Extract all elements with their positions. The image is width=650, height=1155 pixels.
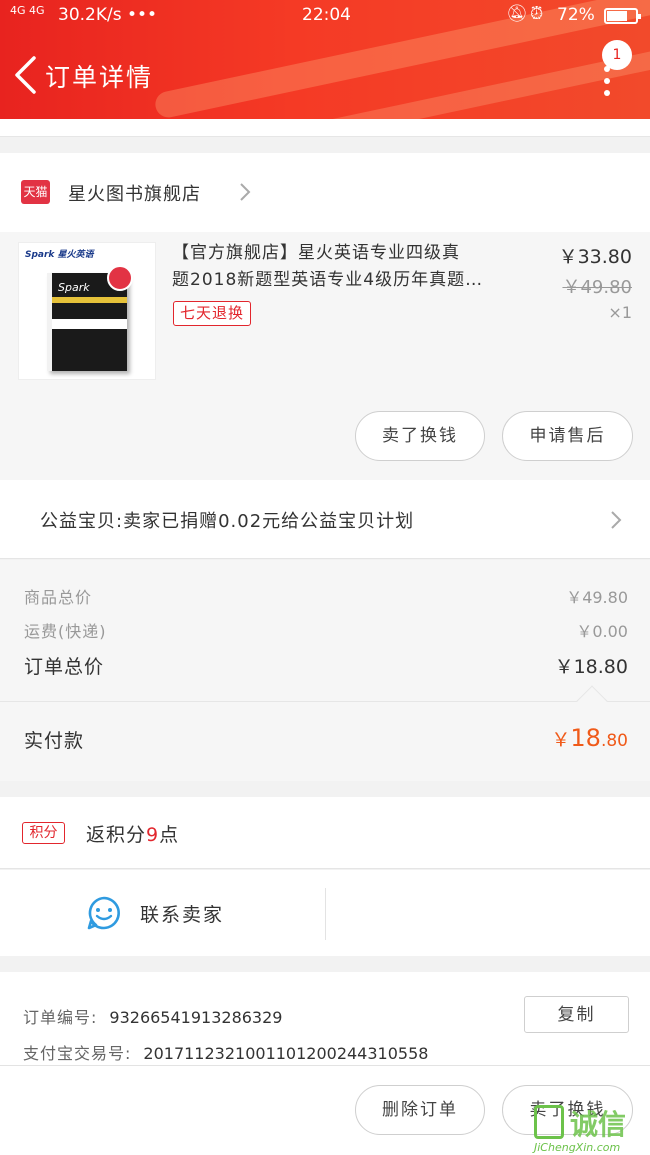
brand-logo: Spark 星火英语 [25, 250, 94, 260]
paid-label: 实付款 [24, 730, 85, 752]
watermark: 诚信 JiChengXin.com [530, 1105, 650, 1155]
watermark-text: 诚信 [570, 1108, 627, 1141]
battery-percent: 72% [557, 5, 595, 25]
shipping-row: 运费(快递) ￥0.00 [0, 618, 650, 648]
charity-row[interactable]: 公益宝贝:卖家已捐赠0.02元给公益宝贝计划 [0, 480, 650, 559]
goods-total-row: 商品总价 ￥49.80 [0, 584, 650, 614]
order-number: 93266541913286329 [109, 1008, 283, 1027]
points-tag: 积分 [22, 822, 65, 844]
alipay-number-label: 支付宝交易号: [23, 1044, 132, 1063]
product-thumbnail[interactable]: Spark 星火英语 Spark [18, 242, 156, 380]
battery-icon [604, 8, 641, 24]
tmall-icon: 天猫 [21, 180, 50, 204]
chevron-right-icon [611, 511, 622, 529]
copy-button[interactable]: 复制 [524, 996, 629, 1033]
more-menu-icon[interactable] [597, 66, 617, 96]
item-quantity: ×1 [608, 303, 632, 322]
order-total-label: 订单总价 [24, 656, 105, 678]
alipay-number: 2017112321001101200244310558 [143, 1044, 429, 1063]
watermark-logo-icon [534, 1105, 564, 1139]
page-title: 订单详情 [45, 63, 154, 92]
divider [325, 888, 326, 940]
item-original-price: ￥49.80 [562, 277, 632, 298]
goods-total-label: 商品总价 [24, 588, 93, 607]
mute-bell-icon: 🔕︎ [506, 4, 528, 24]
shop-name[interactable]: 星火图书旗舰店 [68, 180, 201, 206]
after-sales-button[interactable]: 申请售后 [502, 411, 633, 461]
header-bar: 4G 4G 30.2K/s ••• 22:04 🔕︎ ⏰︎ 72% 订单详情 1 [0, 0, 650, 119]
shop-row[interactable]: 天猫 星火图书旗舰店 [0, 153, 650, 232]
price-summary: 商品总价 ￥49.80 运费(快递) ￥0.00 订单总价 ￥18.80 [0, 560, 650, 701]
reward-points-row: 积分 返积分9点 [0, 797, 650, 869]
return-policy-badge: 七天退换 [173, 301, 252, 326]
contact-seller-button[interactable]: 联系卖家 [140, 900, 224, 927]
order-number-row: 订单编号: 93266541913286329 [23, 1004, 282, 1028]
contact-row: 联系卖家 [0, 870, 650, 956]
alarm-icon: ⏰︎ [530, 4, 544, 24]
battery-level [607, 11, 627, 21]
item-price: ￥33.80 [558, 246, 632, 268]
alipay-number-row: 支付宝交易号: 2017112321001101200244310558 [23, 1040, 428, 1064]
charity-text: 公益宝贝:卖家已捐赠0.02元给公益宝贝计划 [40, 511, 415, 532]
shipping-label: 运费(快递) [24, 622, 107, 641]
status-bar: 4G 4G 30.2K/s ••• 22:04 🔕︎ ⏰︎ 72% [0, 0, 650, 32]
paid-amount-row: 实付款 ￥18.80 [0, 685, 650, 781]
top-spacer [0, 119, 650, 137]
order-total-value: ￥18.80 [554, 656, 628, 678]
network-indicator: 4G 4G [10, 4, 45, 17]
order-shop-card: 天猫 星火图书旗舰店 Spark 星火英语 Spark 【官方旗舰店】星火英语专… [0, 153, 650, 480]
chevron-right-icon [240, 183, 251, 201]
order-info: 订单编号: 93266541913286329 复制 支付宝交易号: 2017112… [0, 972, 650, 1065]
clock: 22:04 [302, 5, 351, 25]
sell-for-cash-button[interactable]: 卖了换钱 [355, 411, 485, 461]
goods-total-value: ￥49.80 [566, 588, 628, 607]
official-seal-icon [107, 265, 133, 291]
shipping-value: ￥0.00 [576, 622, 628, 641]
chat-smile-icon[interactable] [86, 895, 122, 931]
order-total-row: 订单总价 ￥18.80 [0, 652, 650, 682]
product-title[interactable]: 【官方旗舰店】星火英语专业四级真 题2018新题型英语专业4级历年真题… [172, 240, 534, 294]
paid-value: ￥18.80 [551, 724, 628, 752]
watermark-url: JiChengXin.com [534, 1141, 621, 1154]
order-number-label: 订单编号: [23, 1008, 98, 1027]
message-badge[interactable]: 1 [602, 40, 632, 70]
delete-order-button[interactable]: 删除订单 [355, 1085, 485, 1135]
points-text: 返积分9点 [86, 824, 180, 846]
network-speed: 30.2K/s ••• [58, 5, 158, 25]
back-arrow-icon[interactable] [12, 55, 38, 95]
order-item[interactable]: Spark 星火英语 Spark 【官方旗舰店】星火英语专业四级真 题2018新… [0, 232, 650, 480]
